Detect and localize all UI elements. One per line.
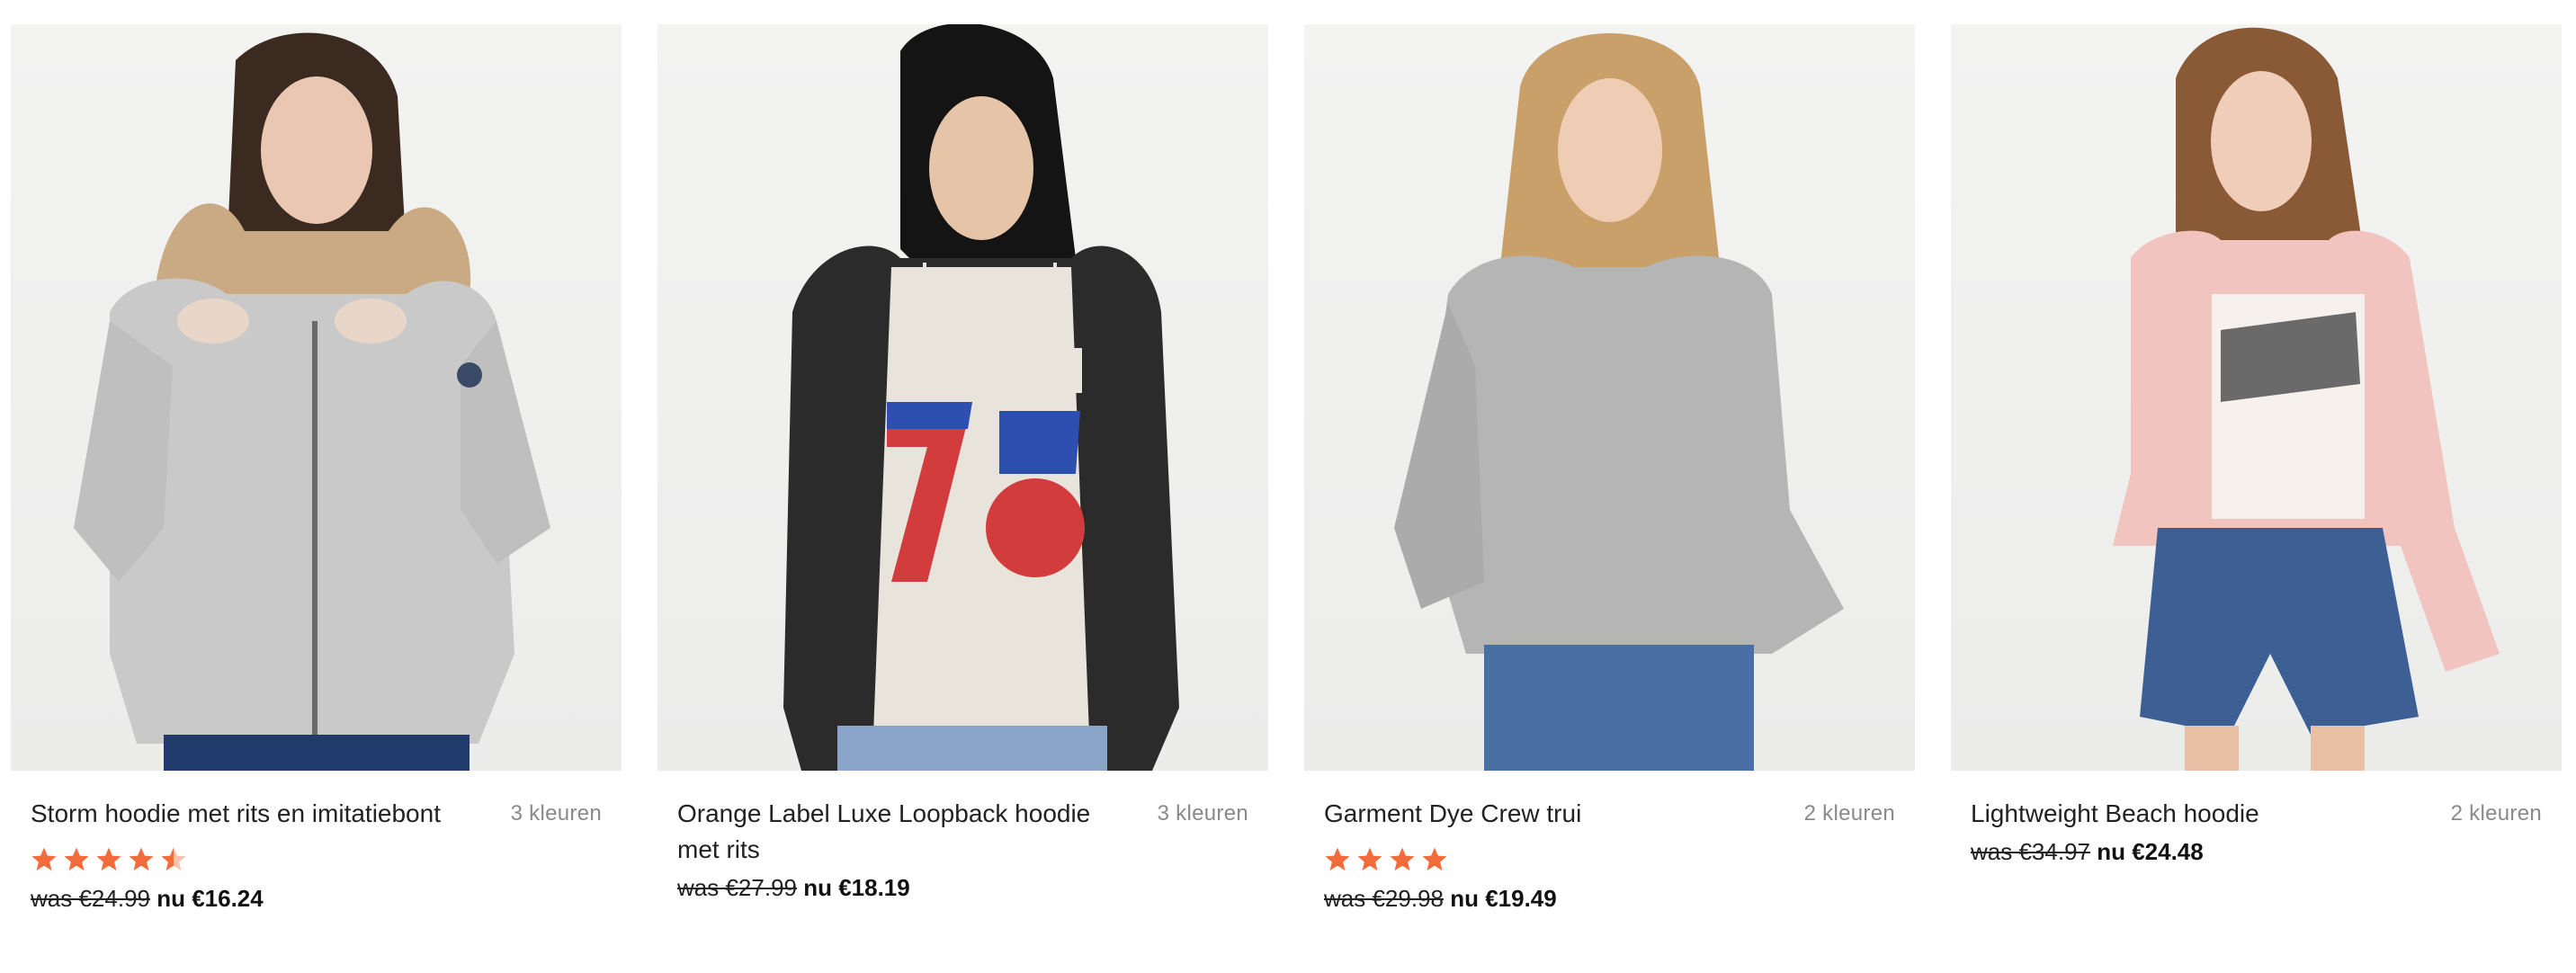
star-icon <box>96 847 121 870</box>
price: was €27.99 nu €18.19 <box>677 871 1248 904</box>
color-count: 3 kleuren <box>510 801 602 826</box>
star-icon <box>64 847 89 870</box>
was-price: was €34.97 <box>1971 838 2090 865</box>
price: was €29.98 nu €19.49 <box>1324 882 1895 915</box>
color-count: 3 kleuren <box>1157 801 1248 826</box>
price: was €34.97 nu €24.48 <box>1971 835 2542 868</box>
product-photo-illustration <box>2113 27 2500 771</box>
product-image[interactable] <box>11 24 622 771</box>
product-card[interactable]: Storm hoodie met rits en imitatiebont 3 … <box>11 24 622 915</box>
product-info: Orange Label Luxe Loopback hoodie met ri… <box>657 796 1268 904</box>
product-image[interactable] <box>1304 24 1915 771</box>
product-name[interactable]: Lightweight Beach hoodie <box>1971 796 2393 832</box>
now-price: nu €18.19 <box>803 874 910 901</box>
rating-stars <box>31 844 602 875</box>
product-info: Garment Dye Crew trui 2 kleuren was €29.… <box>1304 796 1915 915</box>
was-price: was €29.98 <box>1324 885 1444 912</box>
product-card[interactable]: Lightweight Beach hoodie 2 kleuren was €… <box>1951 24 2562 915</box>
now-price: nu €24.48 <box>2097 838 2204 865</box>
star-icon <box>1325 847 1350 870</box>
was-price: was €27.99 <box>677 874 797 901</box>
star-icon <box>1357 847 1382 870</box>
color-count: 2 kleuren <box>2450 801 2542 826</box>
star-icon <box>129 847 154 870</box>
product-name[interactable]: Storm hoodie met rits en imitatiebont <box>31 796 453 832</box>
color-count: 2 kleuren <box>1803 801 1895 826</box>
price: was €24.99 nu €16.24 <box>31 882 602 915</box>
star-icon <box>1422 847 1447 870</box>
product-image[interactable] <box>1951 24 2562 771</box>
star-icon <box>161 847 186 870</box>
product-photo-illustration <box>1394 33 1844 771</box>
product-photo-illustration <box>74 32 550 771</box>
product-info: Storm hoodie met rits en imitatiebont 3 … <box>11 796 622 915</box>
was-price: was €24.99 <box>31 885 150 912</box>
now-price: nu €19.49 <box>1450 885 1557 912</box>
product-card[interactable]: Garment Dye Crew trui 2 kleuren was €29.… <box>1304 24 1915 915</box>
star-icon <box>1390 847 1415 870</box>
rating-stars <box>1324 844 1895 875</box>
now-price: nu €16.24 <box>157 885 264 912</box>
product-card[interactable]: Orange Label Luxe Loopback hoodie met ri… <box>657 24 1268 915</box>
product-name[interactable]: Orange Label Luxe Loopback hoodie met ri… <box>677 796 1100 868</box>
product-grid: Storm hoodie met rits en imitatiebont 3 … <box>11 24 2562 915</box>
product-info: Lightweight Beach hoodie 2 kleuren was €… <box>1951 796 2562 868</box>
product-image[interactable] <box>657 24 1268 771</box>
product-photo-illustration <box>783 24 1179 771</box>
star-icon <box>31 847 57 870</box>
product-name[interactable]: Garment Dye Crew trui <box>1324 796 1747 832</box>
